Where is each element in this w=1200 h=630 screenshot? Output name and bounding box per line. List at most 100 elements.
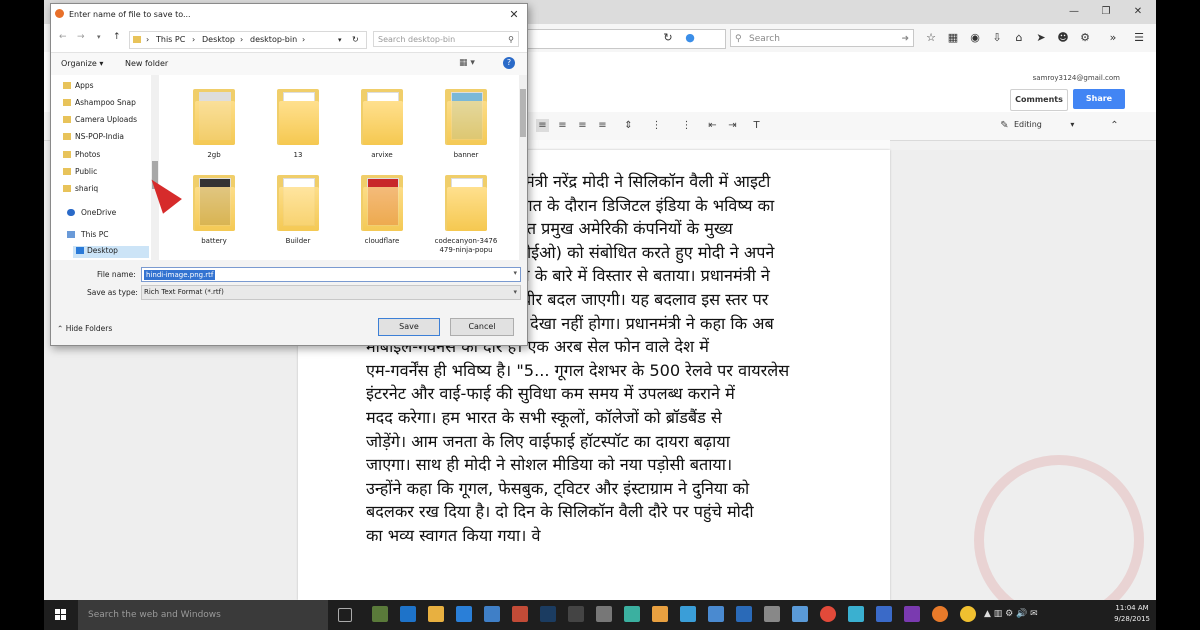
app-icon-3[interactable]	[512, 606, 528, 622]
reload-icon[interactable]: ↻	[661, 31, 675, 45]
folder-item[interactable]: 2gb	[181, 85, 247, 169]
account-email[interactable]: samroy3124@gmail.com	[1033, 74, 1120, 82]
dialog-search-input[interactable]: Search desktop-bin ⚲	[373, 31, 519, 47]
search-bar[interactable]: ⚲ Search ➜	[730, 29, 914, 47]
sync-icon[interactable]: ⚙	[1078, 31, 1092, 45]
nav-item-camera-uploads[interactable]: Camera Uploads	[63, 115, 137, 124]
back-arrow-icon[interactable]: ←	[59, 32, 67, 42]
folder-item[interactable]: battery	[181, 171, 247, 255]
align-right-icon[interactable]: ≡	[576, 119, 589, 132]
breadcrumb-this-pc[interactable]: This PC	[156, 32, 185, 48]
up-arrow-icon[interactable]: ↑	[113, 32, 121, 42]
refresh-icon[interactable]: ↻	[352, 32, 359, 48]
home-icon[interactable]: ⌂	[1012, 31, 1026, 45]
app-icon-13[interactable]	[876, 606, 892, 622]
nav-item-onedrive[interactable]: OneDrive	[67, 208, 116, 217]
align-center-icon[interactable]: ≡	[556, 119, 569, 132]
align-left-icon[interactable]: ≡	[536, 119, 549, 132]
align-justify-icon[interactable]: ≡	[596, 119, 609, 132]
share-button[interactable]: Share	[1073, 89, 1125, 109]
app-icon-6[interactable]	[624, 606, 640, 622]
nav-item-photos[interactable]: Photos	[63, 150, 100, 159]
close-window-button[interactable]: ✕	[1124, 4, 1152, 20]
chrome-icon[interactable]	[820, 606, 836, 622]
app-icon-9[interactable]	[736, 606, 752, 622]
download-icon[interactable]: ⇩	[990, 31, 1004, 45]
skype-icon[interactable]	[680, 606, 696, 622]
system-tray-icons[interactable]: ▲ ▥ ⚙ 🔊 ✉	[984, 609, 1038, 619]
app-icon-10[interactable]	[764, 606, 780, 622]
numbered-list-icon[interactable]: ⋮	[650, 119, 663, 132]
nav-item-ns-pop-india[interactable]: NS-POP-India	[63, 132, 124, 141]
restore-button[interactable]: ❐	[1092, 4, 1120, 20]
folder-item[interactable]: codecanyon-3476479-ninja-popu	[433, 171, 499, 255]
pocket-icon[interactable]: ●	[683, 31, 697, 45]
edge-icon[interactable]	[400, 606, 416, 622]
nav-item-public[interactable]: Public	[63, 167, 97, 176]
cancel-button[interactable]: Cancel	[450, 318, 514, 336]
chevron-down-icon[interactable]: ▾	[338, 32, 342, 48]
chevron-down-icon[interactable]: ▾	[513, 269, 517, 277]
app-icon-1[interactable]	[372, 606, 388, 622]
app-icon-11[interactable]	[792, 606, 808, 622]
photoshop-icon[interactable]	[540, 606, 556, 622]
minimize-button[interactable]: —	[1060, 4, 1088, 20]
send-icon[interactable]: ➤	[1034, 31, 1048, 45]
app-icon-7[interactable]	[652, 606, 668, 622]
search-go-icon[interactable]: ➜	[901, 30, 909, 48]
folder-item[interactable]: cloudflare	[349, 171, 415, 255]
nav-scrollbar[interactable]	[151, 75, 159, 260]
bulleted-list-icon[interactable]: ⋮	[680, 119, 693, 132]
pocket-save-icon[interactable]: ◉	[968, 31, 982, 45]
start-button[interactable]	[44, 600, 78, 630]
decrease-indent-icon[interactable]: ⇤	[706, 119, 719, 132]
file-scroll-thumb[interactable]	[520, 89, 526, 137]
breadcrumb[interactable]: › This PC › Desktop › desktop-bin › ▾ ↻	[129, 31, 367, 49]
line-spacing-icon[interactable]: ⇕	[622, 119, 635, 132]
file-name-input[interactable]: hindi-image.png.rtf ▾	[141, 267, 521, 282]
file-scrollbar[interactable]	[519, 75, 527, 260]
nav-item-ashampoo[interactable]: Ashampoo Snap	[63, 98, 136, 107]
folder-item[interactable]: arvixe	[349, 85, 415, 169]
view-options-icon[interactable]: ▦ ▾	[459, 58, 475, 68]
save-as-type-select[interactable]: Rich Text Format (*.rtf) ▾	[141, 285, 521, 300]
forward-arrow-icon[interactable]: →	[77, 32, 85, 42]
app-icon-8[interactable]	[708, 606, 724, 622]
app-icon-4[interactable]	[568, 606, 584, 622]
nav-item-apps[interactable]: Apps	[63, 81, 94, 90]
increase-indent-icon[interactable]: ⇥	[726, 119, 739, 132]
recent-dropdown-icon[interactable]: ▾	[97, 33, 101, 41]
nav-item-desktop[interactable]: Desktop	[73, 246, 149, 258]
app-icon-2[interactable]	[484, 606, 500, 622]
comments-button[interactable]: Comments	[1010, 89, 1068, 111]
task-view-icon[interactable]	[338, 608, 352, 622]
collapse-icon[interactable]: ⌃	[1108, 119, 1121, 132]
new-folder-button[interactable]: New folder	[125, 59, 168, 68]
nav-item-this-pc[interactable]: This PC	[67, 230, 108, 239]
firefox-icon[interactable]	[932, 606, 948, 622]
onenote-icon[interactable]	[904, 606, 920, 622]
organize-menu[interactable]: Organize ▾	[61, 59, 103, 68]
store-icon[interactable]	[456, 606, 472, 622]
chat-icon[interactable]: ☻	[1056, 31, 1070, 45]
app-icon-12[interactable]	[848, 606, 864, 622]
url-bar[interactable]: ↻ ●	[524, 29, 726, 49]
menu-icon[interactable]: ☰	[1132, 31, 1146, 45]
breadcrumb-desktop[interactable]: Desktop	[202, 32, 235, 48]
nav-item-shariq[interactable]: shariq	[63, 184, 98, 193]
overflow-icon[interactable]: »	[1106, 31, 1120, 45]
folder-item[interactable]: 13	[265, 85, 331, 169]
app-icon-5[interactable]	[596, 606, 612, 622]
editing-mode-select[interactable]: Editing ▾	[1014, 120, 1074, 129]
close-icon[interactable]: ✕	[505, 7, 523, 23]
hide-folders-toggle[interactable]: ⌃ Hide Folders	[57, 324, 112, 333]
bookmark-star-icon[interactable]: ☆	[924, 31, 938, 45]
taskbar-search[interactable]: Search the web and Windows	[78, 600, 328, 630]
save-button[interactable]: Save	[378, 318, 440, 336]
folder-item[interactable]: banner	[433, 85, 499, 169]
file-explorer-icon[interactable]	[428, 606, 444, 622]
app-icon-14[interactable]	[960, 606, 976, 622]
taskbar-clock[interactable]: 11:04 AM 9/28/2015	[1114, 603, 1150, 625]
clear-formatting-icon[interactable]: T	[750, 119, 763, 132]
folder-item[interactable]: Builder	[265, 171, 331, 255]
